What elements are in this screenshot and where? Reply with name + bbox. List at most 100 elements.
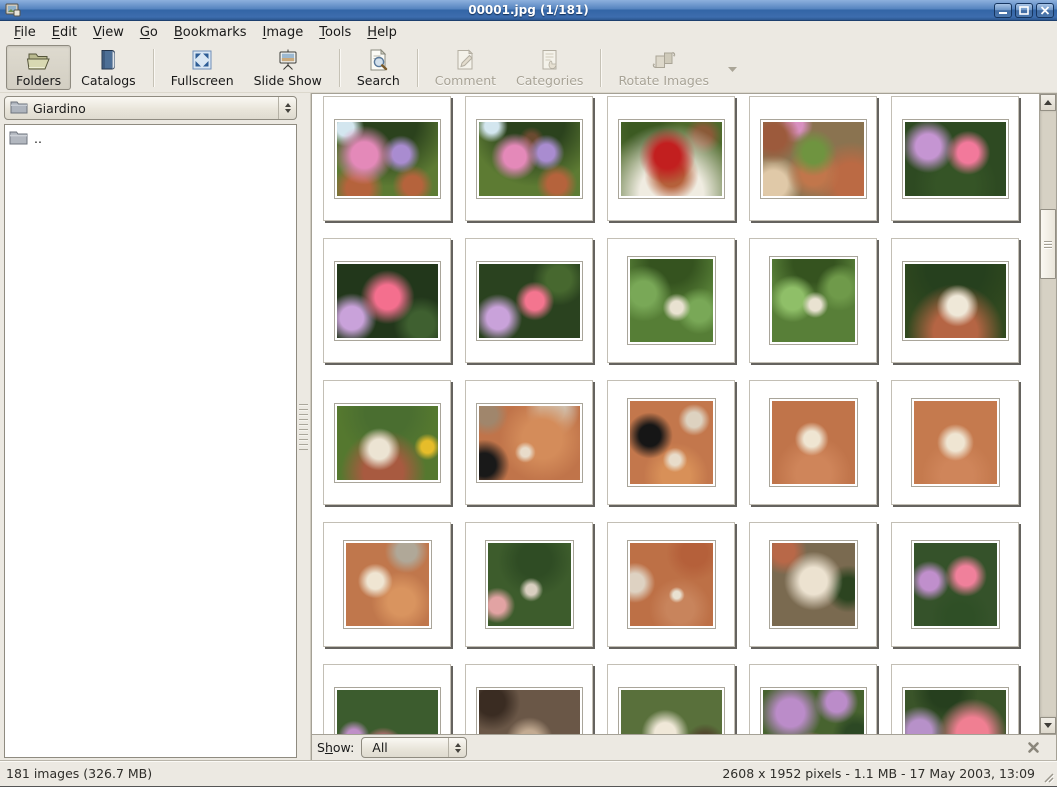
slideshow-icon xyxy=(276,48,300,72)
thumbnail-cat-on-brick-wall[interactable] xyxy=(323,380,451,505)
thumbnail-pink-rose-bud[interactable] xyxy=(465,238,593,363)
catalogs-button[interactable]: Catalogs xyxy=(71,45,146,90)
thumbnail-black-cat-two-kittens[interactable] xyxy=(607,380,735,505)
thumbnail-grid xyxy=(312,94,1039,734)
thumbnail-cat-under-bush[interactable] xyxy=(465,522,593,647)
thumbnail-garden-hydrangeas-pots-2[interactable] xyxy=(465,96,593,221)
image-browser-pane: Show: All xyxy=(310,93,1057,760)
thumbnail-hydrangeas-and-rose[interactable] xyxy=(749,664,877,734)
minimize-button[interactable] xyxy=(994,3,1012,18)
maximize-button[interactable] xyxy=(1015,3,1033,18)
folder-list: .. xyxy=(4,124,297,758)
menu-image[interactable]: Image xyxy=(255,22,312,43)
photo-white-cat-face xyxy=(769,540,858,629)
thumbnail-cat-on-terracotta-ledge[interactable] xyxy=(891,238,1019,363)
toolbar-separator xyxy=(417,49,418,87)
toolbar-button-label: Catalogs xyxy=(81,73,136,88)
scroll-down-button[interactable] xyxy=(1040,717,1056,734)
photo-white-kitten-on-floor xyxy=(343,540,432,629)
photo-garden-hydrangeas-pots-2 xyxy=(476,119,583,199)
folder-list-item-parent[interactable]: .. xyxy=(5,125,296,152)
scrollbar-thumb[interactable] xyxy=(1040,209,1056,279)
search-button[interactable]: Search xyxy=(347,45,410,90)
categories-icon xyxy=(538,48,562,72)
menu-tools[interactable]: Tools xyxy=(311,22,359,43)
combobox-stepper-icon xyxy=(278,97,296,119)
close-button[interactable] xyxy=(1036,3,1054,18)
thumbnail-white-cat-in-grass-2[interactable] xyxy=(749,238,877,363)
folder-icon xyxy=(10,99,28,117)
photo-garden-hydrangeas-pots xyxy=(334,119,441,199)
thumbnail-rose-and-hydrangea[interactable] xyxy=(891,522,1019,647)
thumbnail-roses-and-purple-flowers[interactable] xyxy=(891,664,1019,734)
photo-kitten-and-black-cat-floor xyxy=(476,403,583,483)
photo-white-cat-in-grass xyxy=(627,256,716,345)
thumbnail-cat-by-column-pot[interactable] xyxy=(607,522,735,647)
app-icon xyxy=(5,2,21,18)
rotate-images-icon xyxy=(651,48,677,72)
chevron-down-icon xyxy=(727,58,738,77)
titlebar: 00001.jpg (1/181) xyxy=(0,0,1057,21)
thumbnail-garden-hydrangeas-pots[interactable] xyxy=(323,96,451,221)
menu-file[interactable]: File xyxy=(6,22,44,43)
toolbar-button-label: Comment xyxy=(435,73,496,88)
thumbnail-herb-planter-bowl[interactable] xyxy=(749,96,877,221)
show-label: Show: xyxy=(317,740,354,755)
photo-roses-and-purple-flowers xyxy=(902,687,1009,735)
menu-help[interactable]: Help xyxy=(359,22,405,43)
photo-sepia-rose xyxy=(476,687,583,735)
categories-button: Categories xyxy=(506,45,593,90)
window-title: 00001.jpg (1/181) xyxy=(0,3,1057,17)
combobox-stepper-icon xyxy=(448,738,466,757)
thumbnail-red-flowers-bowl[interactable] xyxy=(607,96,735,221)
rotate-images-dropdown xyxy=(719,47,746,89)
gthumb-window: 00001.jpg (1/181) FileEditViewGoBookmark… xyxy=(0,0,1057,786)
thumbnail-kitten-and-black-cat-floor[interactable] xyxy=(465,380,593,505)
photo-white-cat-from-above xyxy=(618,687,725,735)
search-icon xyxy=(366,48,390,72)
toolbar-button-label: Categories xyxy=(516,73,583,88)
menu-edit[interactable]: Edit xyxy=(44,22,85,43)
resize-grip[interactable] xyxy=(1042,771,1055,784)
scroll-up-button[interactable] xyxy=(1040,94,1056,111)
comment-icon xyxy=(453,48,477,72)
window-controls xyxy=(994,3,1054,18)
folder-name: .. xyxy=(34,131,42,146)
toolbar-button-label: Folders xyxy=(16,73,61,88)
scrollbar-trough[interactable] xyxy=(1040,111,1056,717)
comment-button: Comment xyxy=(425,45,506,90)
close-filterbar-button[interactable] xyxy=(1025,739,1042,756)
show-filter-combobox[interactable]: All xyxy=(361,737,467,758)
thumbnail-pink-rose-hydrangea[interactable] xyxy=(891,96,1019,221)
fullscreen-button[interactable]: Fullscreen xyxy=(161,45,244,90)
photo-cat-on-brick-wall xyxy=(334,403,441,483)
location-combobox[interactable]: Giardino xyxy=(4,96,297,120)
thumbnail-white-cat-in-grass[interactable] xyxy=(607,238,735,363)
fullscreen-icon xyxy=(190,48,214,72)
toolbar-separator xyxy=(153,49,154,87)
thumbnail-white-kitten-sitting-close[interactable] xyxy=(891,380,1019,505)
menu-view[interactable]: View xyxy=(85,22,132,43)
thumbnail-white-cat-from-above[interactable] xyxy=(607,664,735,734)
thumbnail-white-cat-face[interactable] xyxy=(749,522,877,647)
thumbnail-sepia-rose[interactable] xyxy=(465,664,593,734)
menu-bookmarks[interactable]: Bookmarks xyxy=(166,22,255,43)
photo-black-cat-two-kittens xyxy=(627,398,716,487)
thumbnail-white-kitten-on-floor[interactable] xyxy=(323,522,451,647)
toolbar-button-label: Slide Show xyxy=(254,73,322,88)
toolbar: Folders Catalogs Fullscreen Slide Show Searc… xyxy=(0,44,1057,93)
thumbnail-rose-in-leaves[interactable] xyxy=(323,664,451,734)
menu-go[interactable]: Go xyxy=(132,22,166,43)
photo-pink-rose-hydrangea xyxy=(902,119,1009,199)
rotate-images-button: Rotate Images xyxy=(608,45,719,90)
thumbnail-large-pink-rose[interactable] xyxy=(323,238,451,363)
pane-splitter[interactable] xyxy=(297,93,310,760)
slide-show-button[interactable]: Slide Show xyxy=(244,45,332,90)
folders-button[interactable]: Folders xyxy=(6,45,71,90)
vertical-scrollbar[interactable] xyxy=(1039,94,1056,734)
toolbar-button-label: Search xyxy=(357,73,400,88)
toolbar-button-label: Rotate Images xyxy=(618,73,709,88)
menubar: FileEditViewGoBookmarksImageToolsHelp xyxy=(0,21,1057,44)
photo-large-pink-rose xyxy=(334,261,441,341)
thumbnail-white-kitten-sitting[interactable] xyxy=(749,380,877,505)
